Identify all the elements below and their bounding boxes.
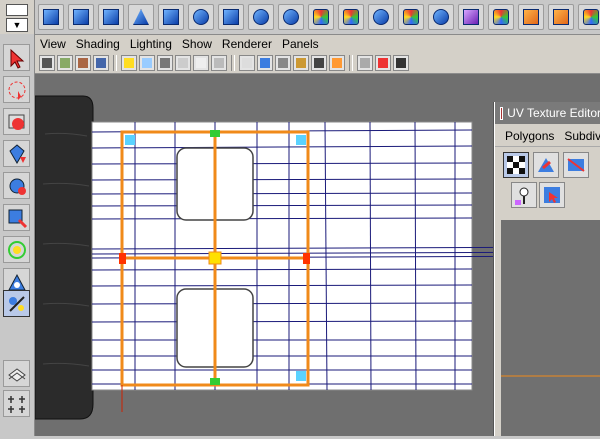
shadows-icon[interactable] [311, 55, 327, 71]
uv-canvas-grid [501, 375, 600, 377]
color-icon[interactable] [428, 4, 454, 30]
uv-menu-subdivs[interactable]: Subdivs [564, 129, 600, 143]
toolbox [0, 34, 35, 436]
shelf-tab-label[interactable] [6, 4, 28, 16]
uv-texture-editor: UV Texture Editor Polygons Subdivs [494, 102, 600, 436]
layout-four-icon[interactable] [3, 390, 30, 417]
toolbar-separator [231, 55, 235, 71]
cylinder-icon[interactable] [98, 4, 124, 30]
panel-menu-lighting[interactable]: Lighting [130, 37, 172, 51]
sculpt-icon[interactable] [398, 4, 424, 30]
uv-flip-icon[interactable] [563, 152, 589, 178]
shader-icon[interactable] [488, 4, 514, 30]
panel-menu-bar: View Shading Lighting Show Renderer Panels [35, 35, 600, 54]
film-gate-icon[interactable] [93, 55, 109, 71]
uv-menu-polygons[interactable]: Polygons [505, 129, 554, 143]
uv-layout-icon[interactable] [539, 182, 565, 208]
side-object[interactable] [35, 95, 94, 420]
textured-icon[interactable] [275, 55, 291, 71]
uv-move-icon[interactable] [533, 152, 559, 178]
move-icon[interactable] [338, 4, 364, 30]
select-tool-icon[interactable] [3, 44, 30, 71]
uv-checker-icon[interactable] [503, 152, 529, 178]
uv-pin-icon[interactable] [511, 182, 537, 208]
toolbar-separator [349, 55, 353, 71]
move-tool-icon[interactable] [3, 140, 30, 167]
scale-tool-icon[interactable] [3, 204, 30, 231]
layout-single-icon[interactable] [3, 360, 30, 387]
uv-handle-green[interactable] [210, 378, 220, 385]
uv-editor-canvas[interactable] [501, 220, 600, 436]
show-manip-icon[interactable] [3, 290, 30, 317]
smooth-shade-icon[interactable] [257, 55, 273, 71]
uv-icon[interactable] [578, 4, 600, 30]
panel-menu-renderer[interactable]: Renderer [222, 37, 272, 51]
uv-editor-menu: Polygons Subdivs [495, 126, 600, 147]
uv-handle-cyan[interactable] [296, 135, 306, 145]
safe-title-icon[interactable] [211, 55, 227, 71]
uv-editor-toolbar [499, 150, 600, 218]
soccer-icon[interactable] [308, 4, 334, 30]
bookmark-icon[interactable] [57, 55, 73, 71]
shelf-icon-row [38, 0, 600, 34]
xray-icon[interactable] [329, 55, 345, 71]
resolution-gate-icon[interactable] [139, 55, 155, 71]
safe-action-icon[interactable] [193, 55, 209, 71]
uv-handle-cyan[interactable] [296, 371, 306, 381]
default-light-icon[interactable] [293, 55, 309, 71]
panel-icon-bar [35, 53, 600, 74]
torus-icon[interactable] [188, 4, 214, 30]
universal-manip-icon[interactable] [3, 236, 30, 263]
uv-handle-red[interactable] [119, 253, 126, 264]
shelf: ▼ [0, 0, 600, 35]
gate-mask-icon[interactable] [157, 55, 173, 71]
toolbar-separator [113, 55, 117, 71]
paint-select-tool-icon[interactable] [3, 108, 30, 135]
image-icon[interactable] [518, 4, 544, 30]
uv-handle-cyan[interactable] [125, 135, 135, 145]
shelf-tab-control[interactable]: ▼ [0, 0, 35, 34]
lasso-tool-icon[interactable] [3, 76, 30, 103]
camera-attr-icon[interactable] [39, 55, 55, 71]
highlight-icon[interactable] [375, 55, 391, 71]
cube-icon[interactable] [68, 4, 94, 30]
paint-icon[interactable] [368, 4, 394, 30]
field-chart-icon[interactable] [175, 55, 191, 71]
rotate-tool-icon[interactable] [3, 172, 30, 199]
panel-menu-panels[interactable]: Panels [282, 37, 319, 51]
uv-editor-title-bar[interactable]: UV Texture Editor [495, 102, 600, 124]
isolate-icon[interactable] [357, 55, 373, 71]
panel-menu-view[interactable]: View [40, 37, 66, 51]
plane-icon[interactable] [158, 4, 184, 30]
shelf-menu-arrow[interactable]: ▼ [6, 18, 28, 32]
image-plane-icon[interactable] [75, 55, 91, 71]
prism-icon[interactable] [218, 4, 244, 30]
app-icon [500, 106, 504, 120]
uv-editor-title: UV Texture Editor [507, 106, 600, 120]
cone-icon[interactable] [128, 4, 154, 30]
crystal-icon[interactable] [458, 4, 484, 30]
pipe-icon[interactable] [248, 4, 274, 30]
grid-icon[interactable] [548, 4, 574, 30]
uv-handle-center[interactable] [208, 251, 222, 265]
panel-menu-show[interactable]: Show [182, 37, 212, 51]
wireframe-icon[interactable] [239, 55, 255, 71]
grid-toggle-icon[interactable] [121, 55, 137, 71]
panel-menu-shading[interactable]: Shading [76, 37, 120, 51]
sphere-icon[interactable] [38, 4, 64, 30]
helix-icon[interactable] [278, 4, 304, 30]
hud-icon[interactable] [393, 55, 409, 71]
uv-handle-green[interactable] [210, 130, 220, 137]
uv-handle-red[interactable] [303, 253, 310, 264]
